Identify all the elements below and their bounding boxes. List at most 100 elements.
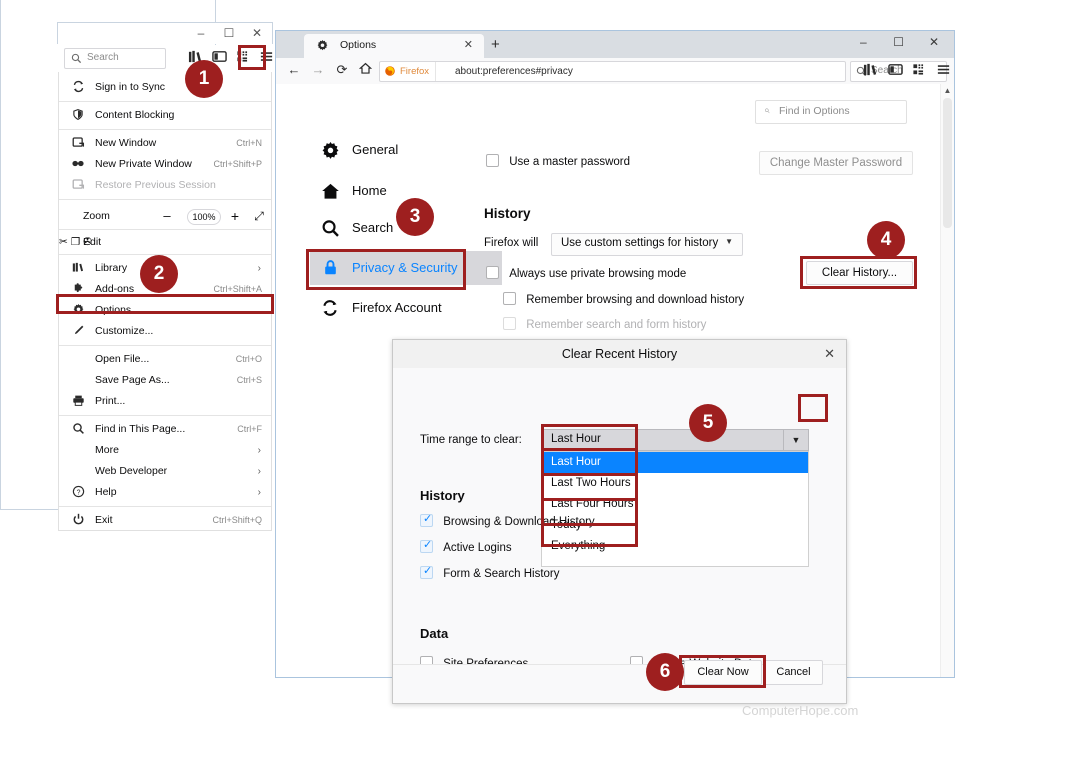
step-badge-4: 4 (867, 221, 905, 259)
history-mode-dropdown[interactable]: Use custom settings for history ▼ (551, 233, 743, 256)
sidebar-item-firefox-account[interactable]: Firefox Account (310, 291, 492, 325)
always-private-row[interactable]: Always use private browsing mode (486, 266, 686, 280)
vertical-scrollbar[interactable]: ▲ (940, 84, 954, 677)
search-icon: ⌕ (764, 105, 770, 116)
menu-item-find-in-this-page[interactable]: Find in This Page... Ctrl+F (59, 419, 271, 440)
dialog-body: Time range to clear: Last Hour ▼ Last Ho… (393, 368, 846, 665)
left-close-button[interactable]: ✕ (246, 26, 268, 40)
hamburger-menu-icon[interactable] (934, 62, 952, 80)
form-search-history-checkbox[interactable] (420, 566, 433, 579)
chevron-right-icon: › (258, 258, 261, 279)
time-range-options-list[interactable]: Last Hour Last Two Hours Last Four Hours… (541, 451, 809, 567)
sidebar-item-general[interactable]: General (310, 133, 492, 167)
sync-icon (71, 80, 85, 94)
new-tab-button[interactable]: + (491, 36, 500, 53)
change-master-password-button[interactable]: Change Master Password (759, 151, 913, 175)
home-icon[interactable] (355, 62, 375, 78)
menu-item-label: Save Page As... (95, 374, 170, 386)
menu-item-customize[interactable]: Customize... (59, 321, 271, 342)
history-item-row[interactable]: Form & Search History (420, 566, 560, 580)
fullscreen-icon[interactable]: ⤢ (251, 203, 267, 229)
menu-divider (59, 129, 271, 130)
menu-item-help[interactable]: ? Help › (59, 482, 271, 503)
menu-item-new-private-window[interactable]: New Private Window Ctrl+Shift+P (59, 154, 271, 175)
menu-item-print[interactable]: Print... (59, 391, 271, 412)
gear-icon (316, 39, 329, 55)
close-icon[interactable]: ✕ (464, 38, 473, 51)
clear-recent-history-dialog: Clear Recent History ✕ Time range to cle… (392, 339, 847, 704)
remember-search-checkbox (503, 317, 516, 330)
back-icon[interactable]: ← (284, 62, 304, 77)
menu-item-label: Web Developer (95, 465, 167, 477)
menu-item-more[interactable]: More › (59, 440, 271, 461)
cut-icon[interactable]: ✂ (59, 236, 68, 248)
shield-icon (71, 108, 85, 122)
menu-item-content-blocking[interactable]: Content Blocking (59, 105, 271, 126)
address-bar[interactable]: Firefox about:preferences#privacy (379, 61, 846, 82)
find-in-options-placeholder: Find in Options (779, 105, 850, 117)
cancel-button[interactable]: Cancel (764, 660, 823, 685)
scrollbar-thumb[interactable] (943, 98, 952, 228)
zoom-label: Zoom (83, 203, 110, 229)
remember-browsing-row[interactable]: Remember browsing and download history (503, 292, 744, 306)
left-minimize-button[interactable]: – (190, 26, 212, 40)
dialog-close-icon[interactable]: ✕ (824, 340, 835, 368)
search-icon (320, 219, 340, 239)
step4-highlight-clear-history (800, 256, 917, 289)
step-badge-2: 2 (140, 255, 178, 293)
minimize-button[interactable]: – (847, 35, 879, 49)
tab-options[interactable]: Options ✕ (304, 34, 484, 58)
option-last-two-hours[interactable]: Last Two Hours (542, 473, 808, 494)
browsing-download-history-checkbox[interactable] (420, 514, 433, 527)
zoom-in-button[interactable]: + (227, 203, 243, 229)
master-password-row[interactable]: Use a master password (486, 154, 630, 168)
step-badge-3: 3 (396, 198, 434, 236)
close-button[interactable]: ✕ (918, 35, 950, 49)
option-everything[interactable]: Everything (542, 536, 808, 557)
time-range-select[interactable]: Last Hour ▼ (541, 429, 809, 451)
menu-item-sign-in-to-sync[interactable]: Sign in to Sync (59, 77, 271, 98)
search-input[interactable]: Search (64, 48, 166, 69)
master-password-checkbox[interactable] (486, 154, 499, 167)
zoom-level-value[interactable]: 100% (187, 209, 221, 225)
library-icon[interactable] (861, 62, 879, 80)
grid-icon[interactable] (910, 62, 928, 80)
scroll-up-arrow-icon[interactable]: ▲ (941, 86, 954, 95)
option-last-four-hours[interactable]: Last Four Hours (542, 494, 808, 515)
remember-browsing-checkbox[interactable] (503, 292, 516, 305)
chevron-right-icon: › (258, 482, 261, 503)
menu-item-exit[interactable]: Exit Ctrl+Shift+Q (59, 510, 271, 531)
history-item-row[interactable]: Browsing & Download History (420, 514, 595, 528)
tab-strip: Options ✕ + – ☐ ✕ (276, 31, 954, 58)
history-item-row[interactable]: Active Logins (420, 540, 512, 554)
sidebar-item-label: Firefox Account (352, 300, 442, 315)
identity-box[interactable]: Firefox (380, 62, 436, 81)
chevron-down-icon[interactable]: ▼ (783, 430, 808, 450)
forward-icon[interactable]: → (308, 62, 328, 77)
help-icon: ? (71, 485, 85, 499)
svg-text:?: ? (76, 489, 80, 496)
maximize-button[interactable]: ☐ (883, 35, 915, 49)
menu-item-label: Open File... (95, 353, 149, 365)
menu-item-label: Content Blocking (95, 109, 174, 121)
watermark: ComputerHope.com (742, 703, 858, 718)
left-maximize-button[interactable]: ☐ (218, 26, 240, 40)
menu-item-accel: Ctrl+N (236, 133, 262, 154)
menu-item-new-window[interactable]: New Window Ctrl+N (59, 133, 271, 154)
find-in-options-input[interactable]: ⌕ Find in Options (755, 100, 907, 124)
firefox-will-label: Firefox will (484, 237, 538, 249)
copy-icon[interactable]: ❐ (71, 236, 80, 248)
zoom-out-button[interactable]: – (159, 203, 175, 229)
menu-item-save-page-as[interactable]: Save Page As... Ctrl+S (59, 370, 271, 391)
remember-search-row: Remember search and form history (503, 317, 706, 331)
active-logins-checkbox[interactable] (420, 540, 433, 553)
menu-item-accel: Ctrl+S (237, 370, 262, 391)
history-item-label: Browsing & Download History (443, 516, 594, 528)
menu-item-web-developer[interactable]: Web Developer › (59, 461, 271, 482)
option-last-hour[interactable]: Last Hour (542, 452, 808, 473)
sidebar-icon[interactable] (886, 62, 904, 80)
always-private-checkbox[interactable] (486, 266, 499, 279)
reload-icon[interactable]: ⟳ (332, 62, 352, 78)
menu-divider (59, 199, 271, 200)
menu-item-open-file[interactable]: Open File... Ctrl+O (59, 349, 271, 370)
